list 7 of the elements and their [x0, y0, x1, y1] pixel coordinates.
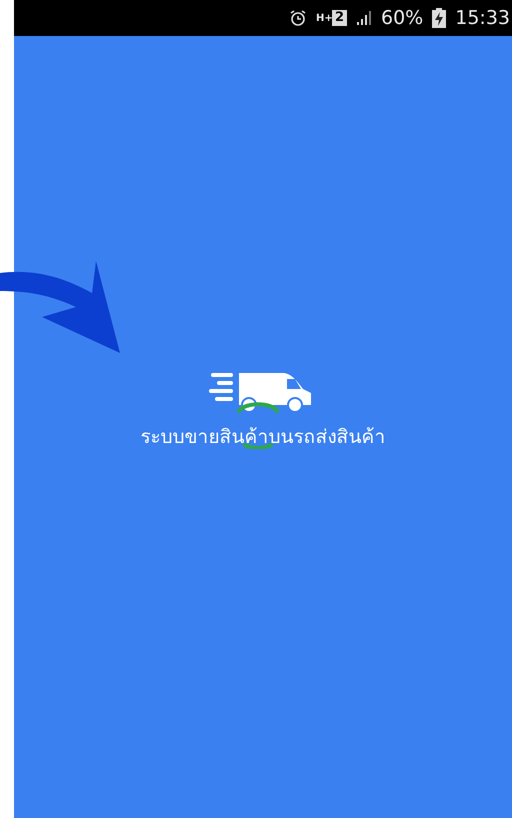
alarm-clock-icon — [288, 9, 307, 27]
app-title: ระบบขายสินค้าบนรถส่งสินค้า — [140, 425, 386, 450]
signal-icon — [356, 10, 372, 26]
battery-percent: 60% — [381, 7, 424, 29]
battery-charging-icon — [432, 8, 446, 28]
sim-number: 2 — [332, 10, 347, 26]
clock-time: 15:33 — [455, 7, 510, 29]
